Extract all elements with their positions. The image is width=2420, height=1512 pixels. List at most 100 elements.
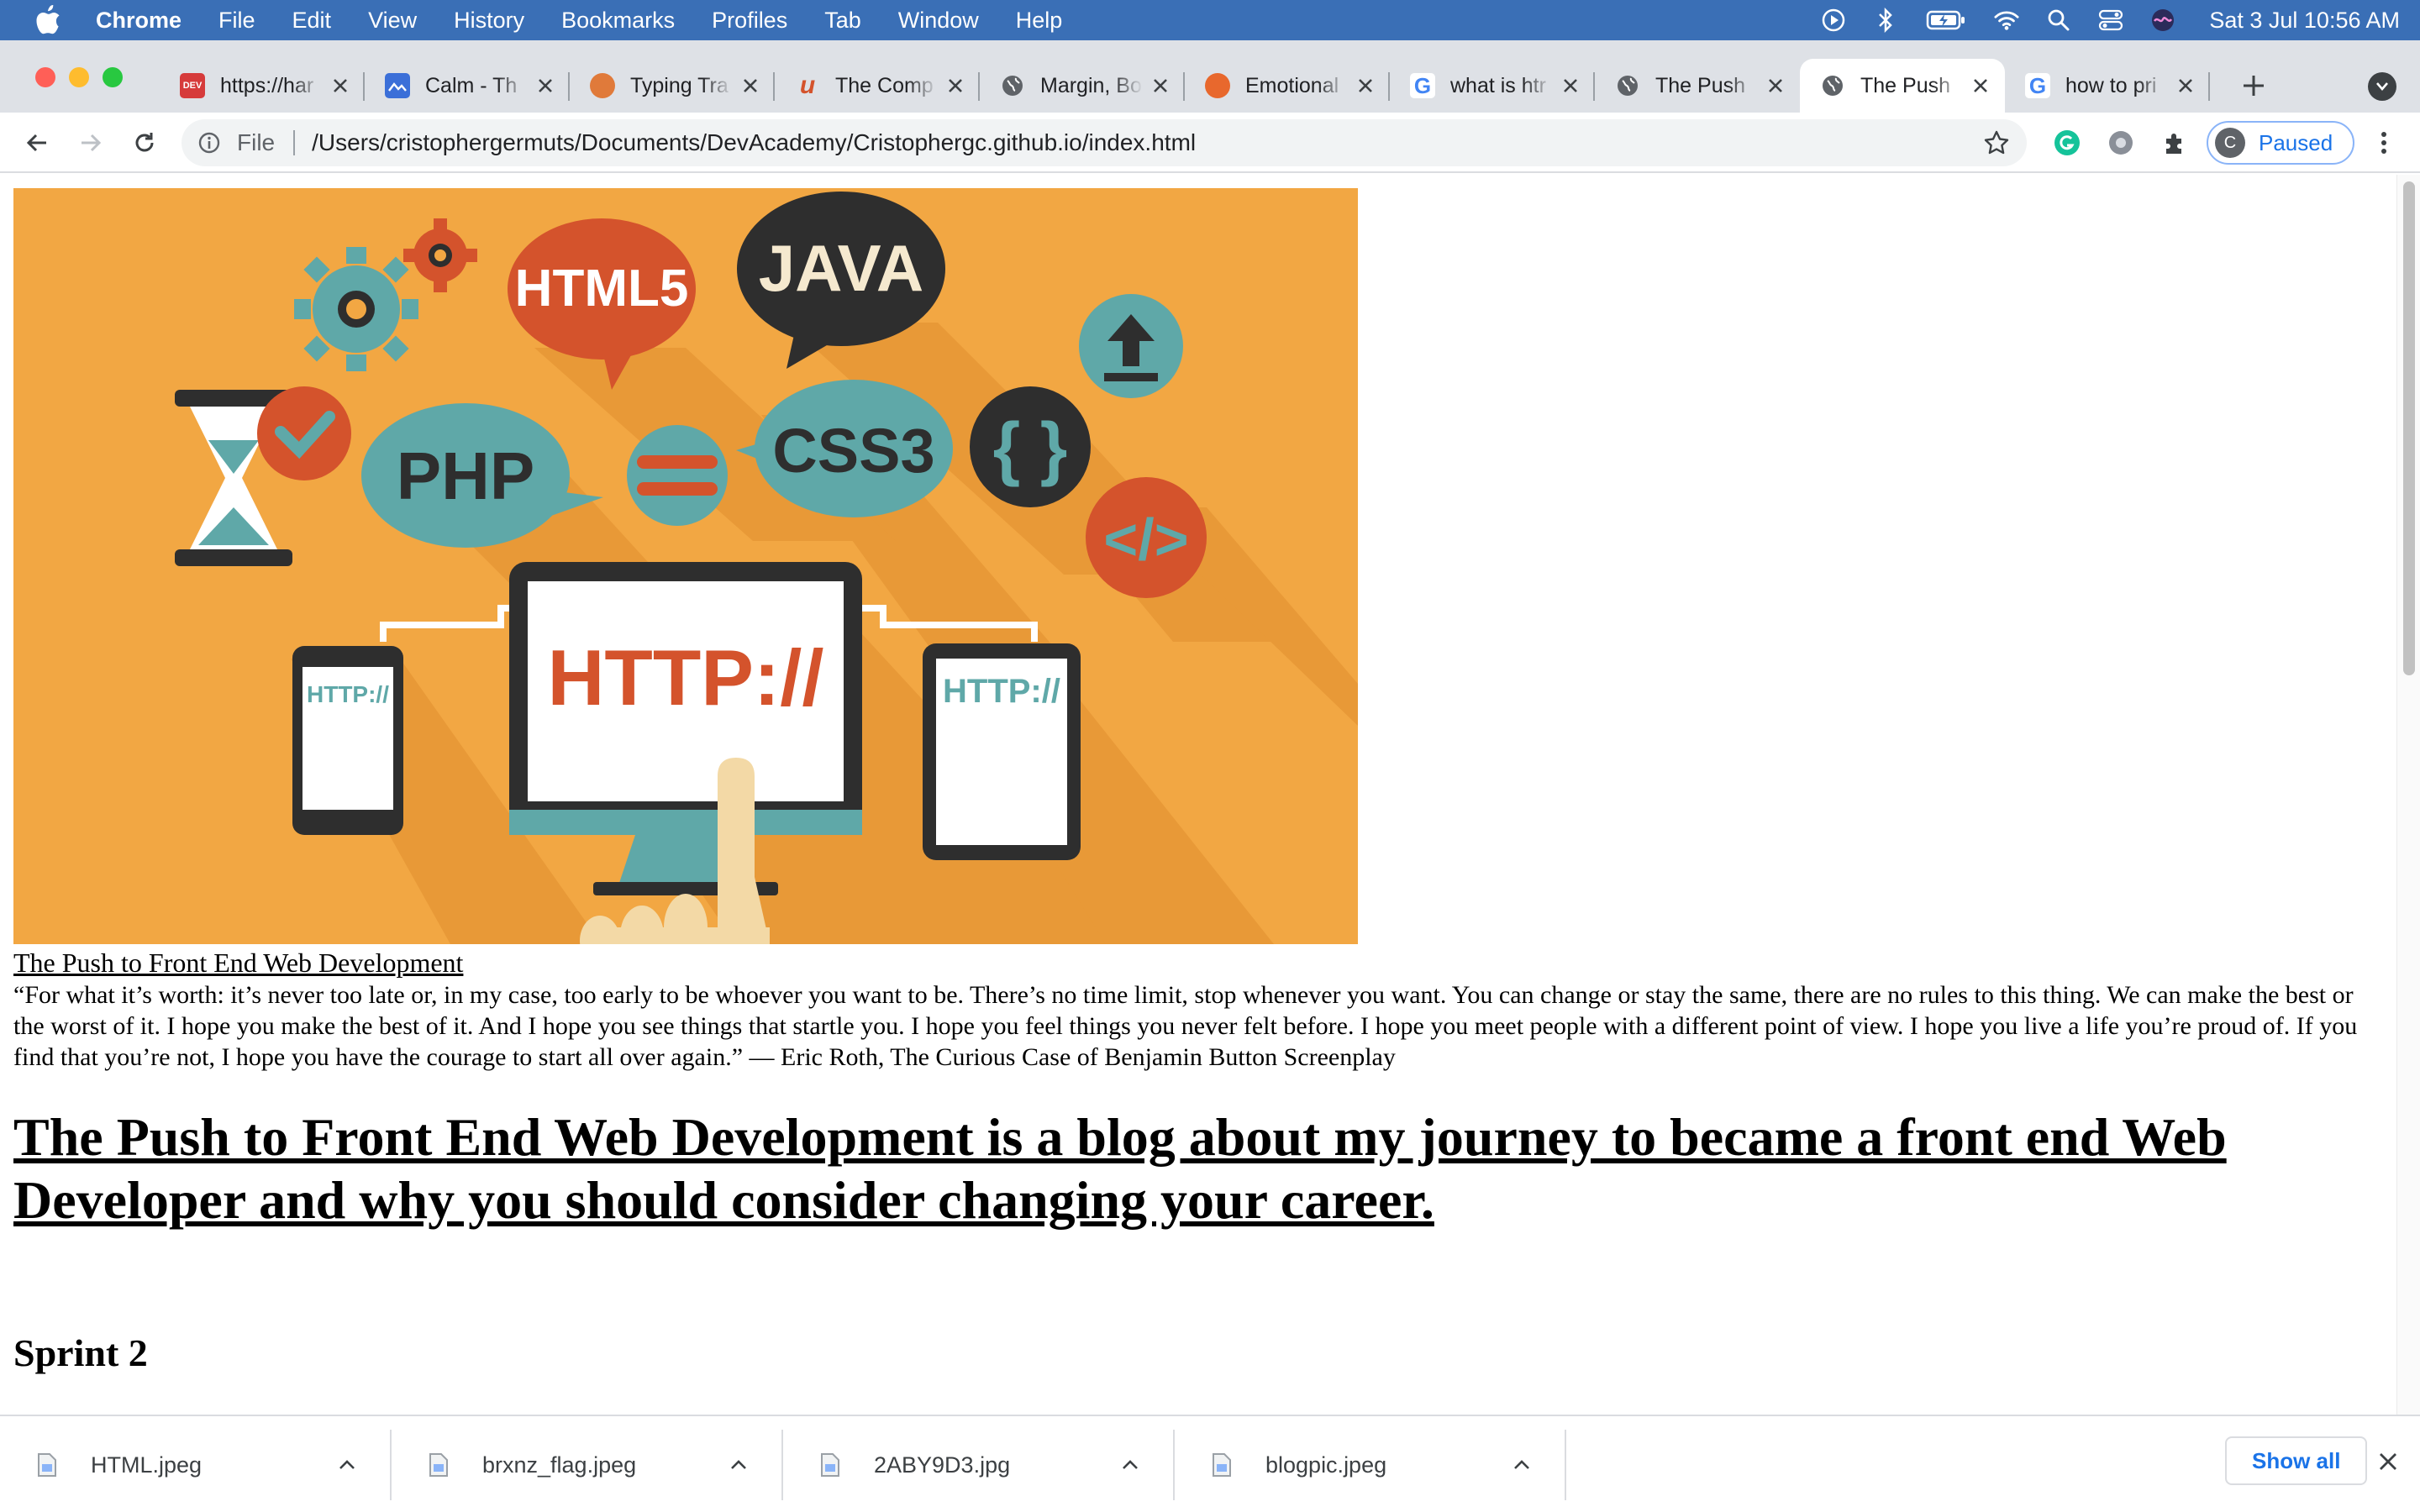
chevron-up-icon[interactable]: [1118, 1452, 1143, 1478]
google-icon: G: [1410, 73, 1435, 98]
calm-icon: [385, 73, 410, 98]
section-heading-sprint: Sprint 2: [13, 1331, 148, 1374]
download-item[interactable]: brxnz_flag.jpeg: [392, 1416, 783, 1512]
braces-circle-icon: { }: [970, 386, 1091, 507]
tab-close-icon[interactable]: [2173, 73, 2198, 98]
svg-text:PHP: PHP: [397, 438, 535, 513]
reload-icon: [135, 133, 154, 152]
tab-title: The Push: [1860, 73, 1951, 97]
close-download-shelf-button[interactable]: [2375, 1448, 2402, 1475]
bluetooth-icon[interactable]: [1873, 8, 1898, 33]
back-button[interactable]: [18, 124, 55, 161]
tab-close-icon[interactable]: [1558, 73, 1583, 98]
browser-tab[interactable]: The Push: [1800, 59, 2005, 113]
bookmark-star-icon[interactable]: [1983, 129, 2010, 156]
svg-text:</>: </>: [1103, 507, 1188, 572]
chrome-menu-button[interactable]: [2371, 128, 2396, 158]
tab-close-icon[interactable]: [738, 73, 763, 98]
svg-text:HTTP://: HTTP://: [307, 681, 389, 707]
tab-title: Typing Tra: [630, 73, 729, 97]
menu-help[interactable]: Help: [1016, 8, 1063, 34]
reload-button[interactable]: [126, 124, 163, 161]
page-headline[interactable]: The Push to Front End Web Development is…: [13, 1105, 2383, 1231]
window-controls: [35, 67, 136, 87]
back-arrow-icon: [26, 134, 46, 152]
tab-close-icon[interactable]: [1763, 73, 1788, 98]
image-file-icon: [429, 1453, 448, 1477]
window-close-button[interactable]: [35, 67, 55, 87]
chevron-up-icon[interactable]: [726, 1452, 751, 1478]
tab-search-button[interactable]: [2368, 72, 2396, 101]
svg-text:HTML5: HTML5: [515, 260, 689, 318]
globe-icon: [1000, 73, 1025, 98]
speech-icon: [1205, 73, 1230, 98]
menu-tab[interactable]: Tab: [824, 8, 861, 34]
menu-window[interactable]: Window: [898, 8, 979, 34]
extension-circle-icon[interactable]: [2106, 128, 2136, 158]
menu-edit[interactable]: Edit: [292, 8, 332, 34]
tab-title: Emotional: [1245, 73, 1339, 97]
scrollbar-thumb[interactable]: [2403, 181, 2415, 675]
apple-logo-icon[interactable]: [34, 5, 62, 35]
tab-close-icon[interactable]: [1968, 73, 1993, 98]
menu-view[interactable]: View: [368, 8, 417, 34]
phone-illustration: HTTP://: [292, 646, 403, 835]
blog-title-link[interactable]: The Push to Front End Web Development: [13, 948, 463, 979]
checkmark-circle-icon: [257, 386, 351, 480]
page-scrollbar[interactable]: [2396, 175, 2420, 1415]
control-center-icon[interactable]: [2098, 8, 2123, 33]
tab-title: The Comp: [835, 73, 934, 97]
download-item[interactable]: 2ABY9D3.jpg: [783, 1416, 1175, 1512]
menu-file[interactable]: File: [218, 8, 255, 34]
tab-close-icon[interactable]: [1148, 73, 1173, 98]
forward-button[interactable]: [72, 124, 109, 161]
browser-tab[interactable]: Typing Tra: [570, 59, 775, 113]
browser-tab[interactable]: Ghow to pri: [2005, 59, 2210, 113]
siri-icon[interactable]: [2150, 8, 2175, 33]
browser-tab[interactable]: Gwhat is htr: [1390, 59, 1595, 113]
menu-history[interactable]: History: [454, 8, 524, 34]
wifi-icon[interactable]: [1994, 8, 2019, 33]
url-text[interactable]: /Users/cristophergermuts/Documents/DevAc…: [312, 129, 1196, 156]
browser-tab[interactable]: u The Comp: [775, 59, 980, 113]
menu-bookmarks[interactable]: Bookmarks: [561, 8, 675, 34]
browser-tab[interactable]: Margin, Bo: [980, 59, 1185, 113]
browser-tab[interactable]: Emotional: [1185, 59, 1390, 113]
tab-close-icon[interactable]: [943, 73, 968, 98]
download-item[interactable]: HTML.jpeg: [0, 1416, 392, 1512]
svg-text:JAVA: JAVA: [759, 231, 924, 305]
site-info-icon[interactable]: [197, 130, 222, 155]
play-circle-icon[interactable]: [1821, 8, 1846, 33]
tab-close-icon[interactable]: [1353, 73, 1378, 98]
menu-app-chrome[interactable]: Chrome: [96, 8, 182, 34]
profile-button[interactable]: C Paused: [2207, 121, 2354, 165]
address-bar[interactable]: File /Users/cristophergermuts/Documents/…: [182, 119, 2027, 166]
show-all-downloads-button[interactable]: Show all: [2225, 1436, 2368, 1485]
browser-tab[interactable]: The Push: [1595, 59, 1800, 113]
menubar-clock[interactable]: Sat 3 Jul 10:56 AM: [2209, 8, 2400, 34]
globe-icon: [1820, 73, 1845, 98]
tab-title: Calm - Th: [425, 73, 518, 97]
window-zoom-button[interactable]: [103, 67, 123, 87]
window-minimize-button[interactable]: [69, 67, 89, 87]
svg-text:HTTP://: HTTP://: [943, 673, 1060, 710]
google-icon: G: [2025, 73, 2050, 98]
tablet-illustration: HTTP://: [923, 643, 1081, 860]
browser-tab[interactable]: Calm - Th: [365, 59, 570, 113]
tab-close-icon[interactable]: [533, 73, 558, 98]
extensions-puzzle-icon[interactable]: [2160, 128, 2190, 158]
tab-close-icon[interactable]: [328, 73, 353, 98]
macos-menubar: Chrome File Edit View History Bookmarks …: [0, 0, 2420, 40]
tab-title: The Push: [1655, 73, 1746, 97]
battery-icon[interactable]: [1925, 8, 1967, 33]
chevron-up-icon[interactable]: [334, 1452, 360, 1478]
url-scheme-label: File: [237, 129, 276, 155]
browser-tab[interactable]: DEV https://har: [160, 59, 365, 113]
download-item[interactable]: blogpic.jpeg: [1175, 1416, 1566, 1512]
grammarly-extension-icon[interactable]: [2052, 128, 2082, 158]
spotlight-search-icon[interactable]: [2046, 8, 2071, 33]
typing-icon: [590, 73, 615, 98]
menu-profiles[interactable]: Profiles: [712, 8, 787, 34]
new-tab-button[interactable]: [2235, 67, 2272, 104]
chevron-up-icon[interactable]: [1509, 1452, 1534, 1478]
